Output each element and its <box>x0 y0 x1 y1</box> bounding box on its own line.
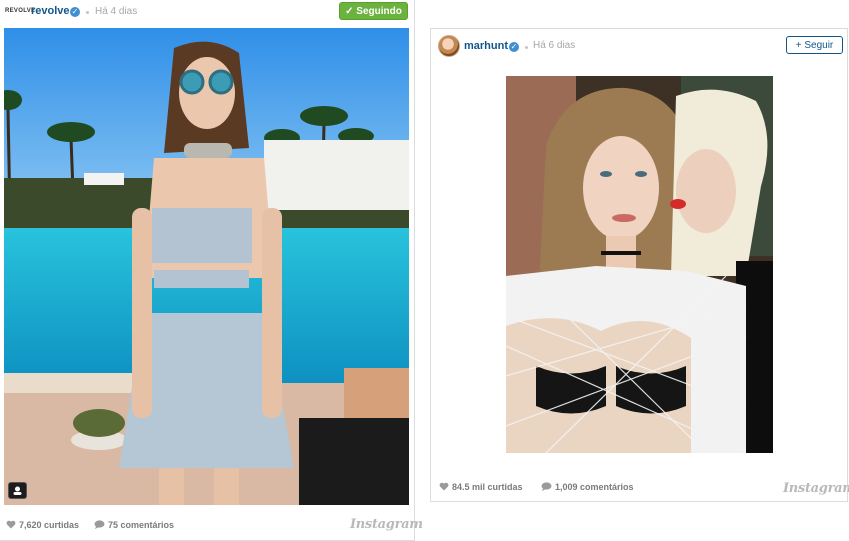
verified-badge-icon: ✓ <box>70 7 80 17</box>
post-header: marhunt ✓ Há 6 dias + Seguir <box>431 29 847 63</box>
post-header: REVOLVE revolve ✓ Há 4 dias ✓ Seguindo <box>0 0 414 24</box>
separator-dot <box>525 46 528 49</box>
post-photo[interactable] <box>4 28 409 505</box>
likes-count-text: 7,620 curtidas <box>19 520 80 530</box>
heart-icon <box>6 520 16 529</box>
post-photo-image <box>506 76 773 453</box>
comments-count[interactable]: 1,009 comentários <box>541 482 634 492</box>
heart-icon <box>439 482 449 491</box>
likes-count[interactable]: 84.5 mil curtidas <box>439 482 523 492</box>
comments-count[interactable]: 75 comentários <box>94 520 174 530</box>
user-avatar[interactable] <box>438 35 460 57</box>
likes-count[interactable]: 7,620 curtidas <box>6 520 79 530</box>
comments-count-text: 1,009 comentários <box>555 482 634 492</box>
post-timestamp[interactable]: Há 4 dias <box>95 6 137 17</box>
post-footer: 7,620 curtidas 75 comentários Instagram <box>0 514 423 536</box>
tagged-people-icon[interactable] <box>8 482 27 499</box>
post-footer: 84.5 mil curtidas 1,009 comentários Inst… <box>431 476 849 498</box>
checkmark-icon: ✓ <box>345 6 354 17</box>
verified-badge-icon: ✓ <box>509 42 519 52</box>
post-card-revolve: REVOLVE revolve ✓ Há 4 dias ✓ Seguindo 7… <box>0 0 423 541</box>
username-link[interactable]: revolve <box>31 5 70 17</box>
post-card-marhunt: marhunt ✓ Há 6 dias + Seguir 84.5 mil cu… <box>430 28 849 502</box>
follow-button[interactable]: + Seguir <box>786 36 843 54</box>
comments-count-text: 75 comentários <box>108 520 175 530</box>
separator-dot <box>86 11 89 14</box>
instagram-wordmark[interactable]: Instagram <box>783 481 849 496</box>
post-timestamp[interactable]: Há 6 dias <box>533 40 575 51</box>
instagram-wordmark[interactable]: Instagram <box>350 517 423 532</box>
comment-icon <box>541 482 552 491</box>
post-photo-image <box>4 28 409 505</box>
username-link[interactable]: marhunt <box>464 40 508 52</box>
following-button[interactable]: ✓ Seguindo <box>339 2 408 20</box>
following-button-label: Seguindo <box>356 6 402 17</box>
post-photo[interactable] <box>506 76 773 453</box>
comment-icon <box>94 520 105 529</box>
likes-count-text: 84.5 mil curtidas <box>452 482 523 492</box>
